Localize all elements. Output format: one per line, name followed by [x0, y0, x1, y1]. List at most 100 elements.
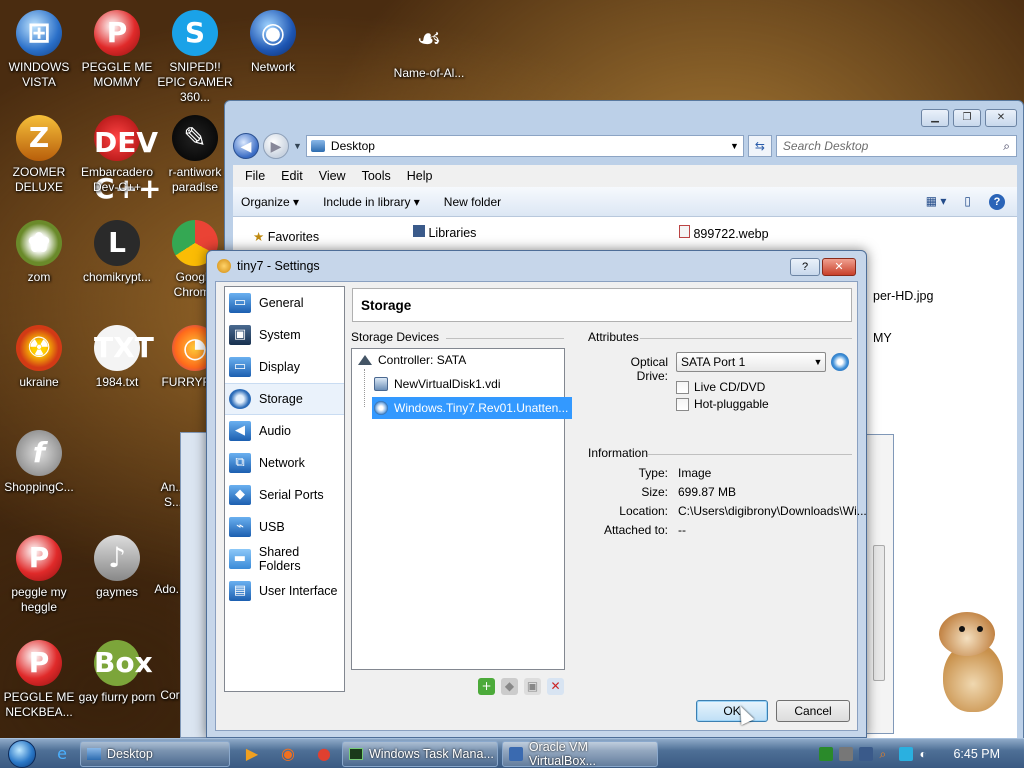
dialog-help-button[interactable]: ?: [790, 258, 820, 276]
command-bar: Organize ▾ Include in library ▾ New fold…: [233, 187, 1017, 217]
desktop-icon-zom[interactable]: ✿ zom: [0, 220, 78, 285]
menu-view[interactable]: View: [311, 169, 354, 183]
new-folder-button[interactable]: New folder: [444, 195, 501, 209]
start-button[interactable]: [0, 739, 44, 768]
nav-favorites[interactable]: ★ Favorites: [253, 229, 319, 244]
remove-attachment-icon[interactable]: ✕: [547, 678, 564, 695]
recent-dropdown-icon[interactable]: ▼: [293, 141, 302, 151]
desktop-icon-name-of-al[interactable]: ☙ Name-of-Al...: [384, 16, 474, 81]
scrollbar[interactable]: [873, 545, 885, 681]
desktop-icon-devcpp[interactable]: DEV C++ Embarcadero Dev-C++: [78, 115, 161, 205]
help-icon[interactable]: ?: [989, 193, 1005, 210]
virtualbox-gear-icon: [217, 259, 231, 273]
divider: [648, 454, 852, 455]
ok-button[interactable]: OK: [696, 700, 768, 722]
view-options-icon[interactable]: ▦ ▾: [926, 194, 947, 210]
menu-file[interactable]: File: [237, 169, 273, 183]
desktop-icon-zoomer-deluxe[interactable]: Z ZOOMER DELUXE: [0, 115, 78, 195]
info-location-value: C:\Users\digibrony\Downloads\Wi...: [678, 504, 867, 518]
taskbar-task-desktop[interactable]: Desktop: [80, 740, 230, 767]
zoomer-icon: Z: [16, 115, 62, 161]
task-manager-icon: [349, 747, 363, 760]
remove-controller-icon[interactable]: ◆: [501, 678, 518, 695]
category-user-interface[interactable]: ▤ User Interface: [225, 575, 344, 607]
hamster-pet-icon[interactable]: [935, 612, 1007, 714]
media-player-icon[interactable]: ▶: [234, 740, 270, 768]
choose-disc-icon[interactable]: [831, 353, 849, 371]
menu-tools[interactable]: Tools: [354, 169, 399, 183]
category-storage[interactable]: Storage: [225, 383, 344, 415]
taskbar-task-virtualbox[interactable]: Oracle VM VirtualBox...: [502, 739, 658, 768]
tree-item-iso[interactable]: Windows.Tiny7.Rev01.Unatten...: [372, 397, 573, 419]
list-item-partial[interactable]: MY: [873, 331, 892, 345]
task-label: Oracle VM VirtualBox...: [528, 739, 596, 768]
add-controller-icon[interactable]: +: [478, 678, 495, 695]
cancel-button[interactable]: Cancel: [776, 700, 850, 722]
menu-edit[interactable]: Edit: [273, 169, 311, 183]
category-label: User Interface: [259, 584, 338, 598]
category-general[interactable]: ▭ General: [225, 287, 344, 319]
live-cd-checkbox[interactable]: Live CD/DVD: [676, 380, 765, 394]
address-dropdown-icon[interactable]: ▼: [730, 141, 743, 151]
tree-item-controller[interactable]: Controller: SATA: [358, 349, 466, 371]
radiation-icon: ☢: [16, 325, 62, 371]
usb-icon: ⌁: [229, 517, 251, 537]
dialog-close-button[interactable]: ✕: [822, 258, 856, 276]
search-icon[interactable]: ⌕: [879, 747, 893, 761]
desktop-icon-windows-vista[interactable]: ⊞ WINDOWS VISTA: [0, 10, 78, 90]
tray-app-icon[interactable]: [819, 746, 834, 761]
forward-arrow-icon[interactable]: ▶: [263, 133, 289, 159]
maximize-button[interactable]: ❐: [953, 109, 981, 127]
internet-explorer-icon[interactable]: e: [44, 740, 80, 768]
list-item-libraries[interactable]: Libraries: [413, 225, 476, 240]
page-title: Storage: [352, 288, 852, 322]
desktop-icon-shoppingc[interactable]: f ShoppingC...: [0, 430, 78, 495]
controller-label: Controller: SATA: [378, 353, 467, 367]
desktop-icon-gay-fiurry-porn[interactable]: Box gay fiurry porn: [78, 640, 156, 705]
close-button[interactable]: ✕: [985, 109, 1017, 127]
desktop-icon-gaymes[interactable]: ♪ gaymes: [78, 535, 156, 600]
category-usb[interactable]: ⌁ USB: [225, 511, 344, 543]
desktop-icon-label: ZOOMER DELUXE: [12, 165, 66, 194]
clock[interactable]: 6:45 PM: [939, 747, 1014, 761]
list-item-899722-webp[interactable]: 899722.webp: [679, 225, 769, 241]
optical-drive-select[interactable]: SATA Port 1 ▼: [676, 352, 826, 372]
include-in-library-button[interactable]: Include in library ▾: [323, 195, 420, 209]
view-controls: ▦ ▾ ▯ ?: [926, 193, 1017, 210]
preview-pane-icon[interactable]: ▯: [964, 194, 971, 210]
menu-help[interactable]: Help: [399, 169, 441, 183]
desktop-icon-sniped[interactable]: S SNIPED!! EPIC GAMER 360...: [156, 10, 234, 105]
list-item-per-hd-jpg[interactable]: per-HD.jpg: [873, 289, 933, 303]
app-pinned-icon[interactable]: ◉: [270, 740, 306, 768]
address-bar[interactable]: Desktop ▼: [305, 135, 744, 157]
back-arrow-icon[interactable]: ◀: [233, 133, 259, 159]
category-audio[interactable]: ◀ Audio: [225, 415, 344, 447]
chrome-icon[interactable]: ●: [306, 740, 342, 768]
desktop-icon-network[interactable]: ◉ Network: [234, 10, 312, 75]
desktop-icon-antiwork[interactable]: ✎ r-antiwork paradise: [156, 115, 234, 195]
hot-pluggable-checkbox[interactable]: Hot-pluggable: [676, 397, 769, 411]
category-system[interactable]: ▣ System: [225, 319, 344, 351]
desktop-icon-chomikrypt[interactable]: L chomikrypt...: [78, 220, 156, 285]
search-input[interactable]: Search Desktop ⌕: [775, 135, 1017, 157]
add-attachment-icon[interactable]: ▣: [524, 678, 541, 695]
category-serial-ports[interactable]: ◆ Serial Ports: [225, 479, 344, 511]
desktop-icon-peggle-my-heggle[interactable]: P peggle my heggle: [0, 535, 78, 615]
taskbar-task-task-manager[interactable]: Windows Task Mana...: [342, 740, 498, 767]
refresh-icon[interactable]: ⇆: [747, 135, 772, 157]
category-display[interactable]: ▭ Display: [225, 351, 344, 383]
tray-app-icon[interactable]: [859, 746, 874, 761]
tree-item-vdi[interactable]: NewVirtualDisk1.vdi: [374, 373, 500, 395]
desktop-icon-peggle-me-mommy[interactable]: P PEGGLE ME MOMMY: [78, 10, 156, 90]
tray-app-icon[interactable]: [839, 746, 854, 761]
organize-button[interactable]: Organize ▾: [241, 195, 299, 209]
desktop-icon-ukraine[interactable]: ☢ ukraine: [0, 325, 78, 390]
category-network[interactable]: ⧉ Network: [225, 447, 344, 479]
desktop-icon-peggle-me-neckbea[interactable]: P PEGGLE ME NECKBEA...: [0, 640, 78, 720]
minimize-button[interactable]: ▁: [921, 109, 949, 127]
desktop-icon-1984-txt[interactable]: TXT 1984.txt: [78, 325, 156, 390]
category-shared-folders[interactable]: ▬ Shared Folders: [225, 543, 344, 575]
volume-icon[interactable]: ◐: [919, 747, 933, 761]
display-icon[interactable]: [899, 746, 914, 761]
menu-bar: File Edit View Tools Help: [233, 165, 1017, 187]
